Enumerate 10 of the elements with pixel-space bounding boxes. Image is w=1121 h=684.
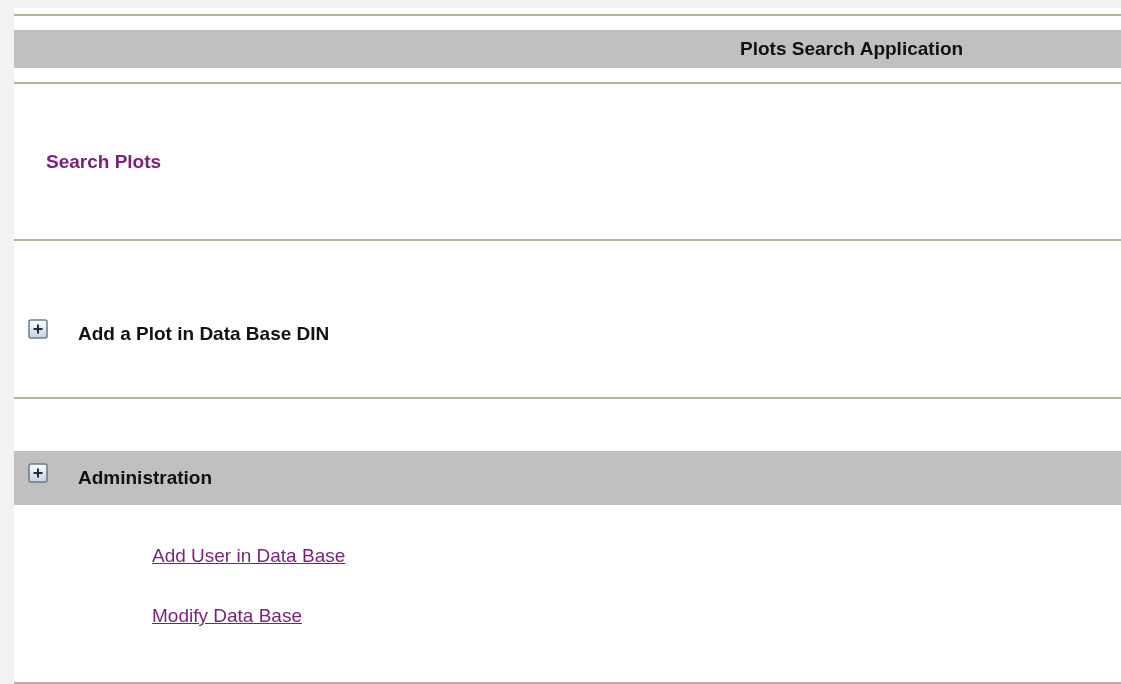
section-header-bar[interactable]: Administration (14, 450, 1121, 505)
section-title: Administration (78, 466, 213, 489)
search-plots-link[interactable]: Search Plots (46, 150, 162, 173)
section-title: Add a Plot in Data Base DIN (78, 323, 330, 346)
admin-link[interactable]: Modify Data Base (152, 604, 302, 627)
app-title: Plots Search Application (740, 37, 964, 60)
expand-icon[interactable] (28, 319, 48, 340)
expand-icon[interactable] (28, 462, 48, 483)
admin-link[interactable]: Add User in Data Base (152, 544, 346, 567)
section-header[interactable]: Add a Plot in Data Base DIN (14, 307, 1121, 362)
